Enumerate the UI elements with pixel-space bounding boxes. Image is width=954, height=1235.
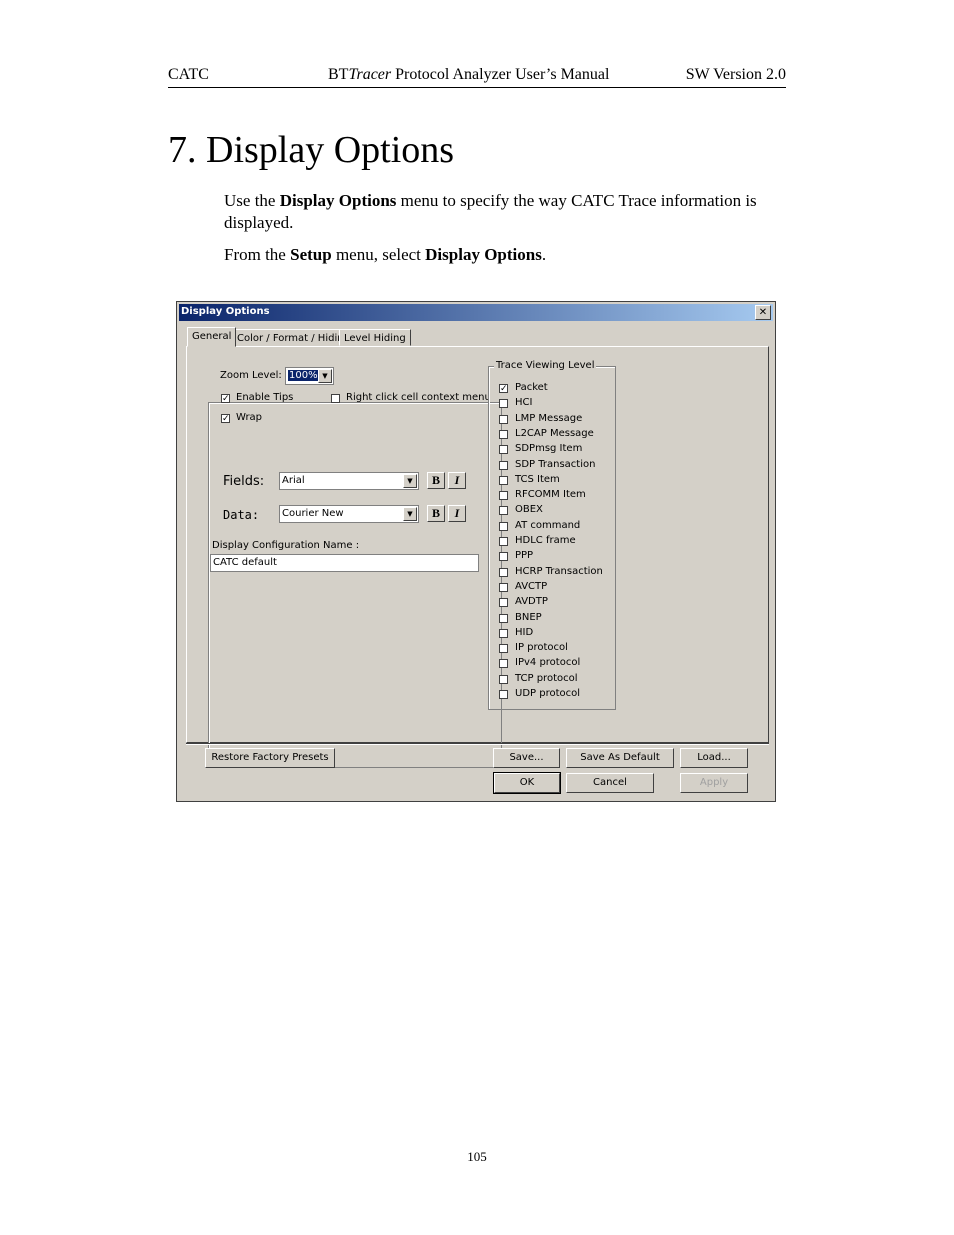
right-click-menu-label: Right click cell context menu xyxy=(346,392,491,403)
trace-level-checkbox[interactable] xyxy=(499,582,508,592)
trace-level-checkbox[interactable]: ✓ xyxy=(499,384,508,394)
trace-level-checkbox[interactable] xyxy=(499,521,508,531)
instruction-paragraph: From the Setup menu, select Display Opti… xyxy=(224,245,547,264)
trace-level-checkbox[interactable] xyxy=(499,644,508,654)
trace-viewing-level-group: Trace Viewing Level ✓ Packet HCI LMP Messag… xyxy=(488,360,616,710)
right-click-menu-checkbox[interactable] xyxy=(331,394,340,403)
trace-level-checkbox[interactable] xyxy=(499,567,508,577)
trace-level-label: AVDTP xyxy=(515,596,548,608)
fields-label: Fields: xyxy=(223,474,265,489)
data-label: Data: xyxy=(223,508,260,522)
trace-viewing-level-label: Trace Viewing Level xyxy=(494,360,597,371)
fields-italic-button[interactable]: I xyxy=(448,472,466,489)
data-bold-button[interactable]: B xyxy=(427,505,445,522)
cancel-button[interactable]: Cancel xyxy=(566,773,654,793)
trace-level-label: Packet xyxy=(515,382,548,393)
trace-level-checkbox[interactable] xyxy=(499,414,508,424)
tab-general[interactable]: General xyxy=(187,327,237,347)
close-icon[interactable]: ✕ xyxy=(755,305,771,320)
trace-level-label: AVCTP xyxy=(515,580,548,592)
trace-level-label: BNEP xyxy=(515,611,542,623)
trace-level-label: SDPmsg Item xyxy=(515,443,583,455)
data-font-value: Courier New xyxy=(282,508,344,519)
trace-level-label: UDP protocol xyxy=(515,688,581,699)
wrap-checkbox[interactable]: ✓ xyxy=(221,414,230,424)
trace-level-label: IPv4 protocol xyxy=(515,657,581,669)
section-title: 7. Display Options xyxy=(168,129,455,171)
trace-level-checkbox[interactable] xyxy=(499,598,508,608)
trace-level-label: TCP protocol xyxy=(515,672,578,684)
save-button[interactable]: Save... xyxy=(493,748,560,768)
tab-level-hiding[interactable]: Level Hiding xyxy=(339,329,411,346)
fields-font-select[interactable]: Arial ▼ xyxy=(279,472,419,490)
trace-level-checkbox[interactable] xyxy=(499,659,508,669)
dialog-titlebar[interactable]: Display Options ✕ xyxy=(179,304,773,321)
trace-level-checkbox[interactable] xyxy=(499,674,508,684)
trace-level-checkbox[interactable] xyxy=(499,613,508,623)
enable-tips-label: Enable Tips xyxy=(236,392,294,403)
header-left: CATC xyxy=(168,66,209,83)
header-right: SW Version 2.0 xyxy=(685,66,786,83)
fields-bold-button[interactable]: B xyxy=(427,472,445,489)
trace-level-checkbox[interactable] xyxy=(499,506,508,516)
running-header: CATC BTTracer Protocol Analyzer User’s M… xyxy=(168,66,786,88)
trace-level-checkbox[interactable] xyxy=(499,491,508,501)
config-name-label: Display Configuration Name : xyxy=(212,540,360,551)
tab-color-format-hiding[interactable]: Color / Format / Hiding xyxy=(232,329,355,346)
trace-level-checkbox[interactable] xyxy=(499,690,508,699)
trace-level-label: SDP Transaction xyxy=(515,458,596,470)
trace-level-checkbox[interactable] xyxy=(499,537,508,546)
display-options-dialog: Display Options ✕ General Color / Format… xyxy=(176,301,776,802)
trace-level-label: AT command xyxy=(515,519,581,531)
trace-level-checkbox[interactable] xyxy=(499,552,508,562)
trace-level-checkbox[interactable] xyxy=(499,399,508,409)
chevron-down-icon[interactable]: ▼ xyxy=(403,474,417,488)
enable-tips-checkbox[interactable]: ✓ xyxy=(221,394,230,404)
trace-level-label: HDLC frame xyxy=(515,535,576,546)
trace-level-checkbox[interactable] xyxy=(499,460,508,470)
load-button[interactable]: Load... xyxy=(680,748,748,768)
chevron-down-icon[interactable]: ▼ xyxy=(318,369,332,383)
trace-level-checkbox[interactable] xyxy=(499,628,508,638)
trace-level-label: HID xyxy=(515,626,534,638)
ok-button[interactable]: OK xyxy=(493,772,561,794)
zoom-value: 100% xyxy=(288,370,319,381)
config-name-input[interactable]: CATC default xyxy=(210,554,479,572)
fields-font-value: Arial xyxy=(282,475,305,486)
header-center: BTTracer Protocol Analyzer User’s Manual xyxy=(328,66,610,83)
intro-paragraph: Use the Display Options menu to specify … xyxy=(224,191,757,232)
page-number: 105 xyxy=(467,1149,487,1164)
trace-level-label: RFCOMM Item xyxy=(515,489,586,501)
restore-factory-presets-button[interactable]: Restore Factory Presets xyxy=(205,748,335,768)
trace-level-label: HCI xyxy=(515,397,533,409)
trace-level-label: HCRP Transaction xyxy=(515,565,603,577)
chevron-down-icon[interactable]: ▼ xyxy=(403,507,417,521)
data-italic-button[interactable]: I xyxy=(448,505,466,522)
save-as-default-button[interactable]: Save As Default xyxy=(566,748,674,768)
config-name-value: CATC default xyxy=(213,557,277,568)
trace-level-label: IP protocol xyxy=(515,642,568,654)
trace-level-checkbox[interactable] xyxy=(499,429,508,439)
trace-level-label: TCS Item xyxy=(515,473,560,485)
dialog-title: Display Options xyxy=(181,306,270,317)
button-separator xyxy=(186,743,769,745)
zoom-level-select[interactable]: 100% ▼ xyxy=(285,367,334,385)
trace-level-label: L2CAP Message xyxy=(515,427,594,439)
trace-level-checkbox[interactable] xyxy=(499,475,508,485)
trace-level-label: LMP Message xyxy=(515,412,583,424)
zoom-label: Zoom Level: xyxy=(220,370,282,381)
trace-level-label: PPP xyxy=(515,550,534,562)
general-options-group xyxy=(208,402,502,768)
apply-button[interactable]: Apply xyxy=(680,773,748,793)
trace-level-checkbox[interactable] xyxy=(499,445,508,455)
wrap-label: Wrap xyxy=(236,412,263,423)
data-font-select[interactable]: Courier New ▼ xyxy=(279,505,419,523)
trace-level-label: OBEX xyxy=(515,504,543,516)
